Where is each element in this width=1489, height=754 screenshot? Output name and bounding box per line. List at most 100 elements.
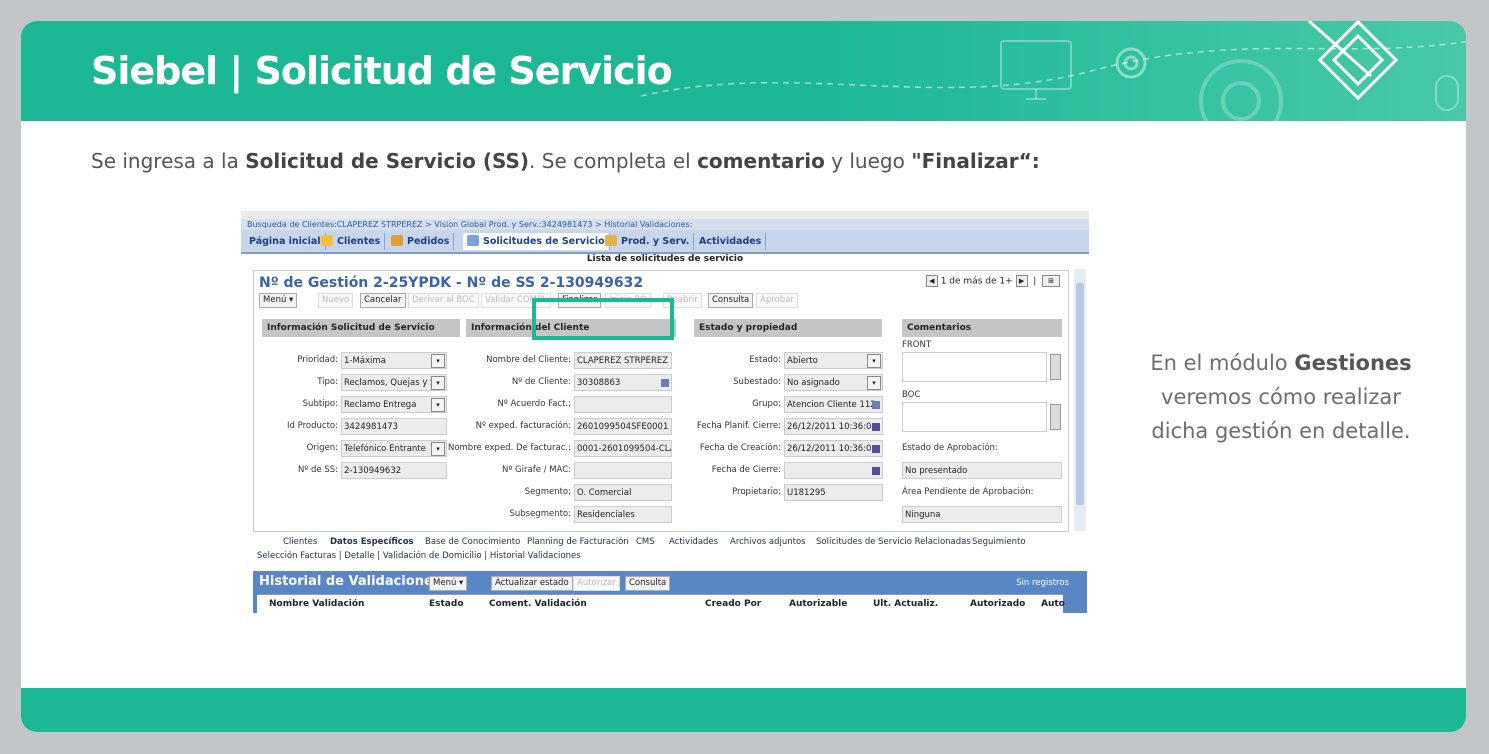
column-header[interactable]: Ult. Actualiz. [873,599,938,609]
label-text: Estado: [749,355,781,365]
diamond-edit-icon [1308,21,1399,101]
column-header[interactable]: Coment. Validación [489,599,587,609]
nombre-exped-field[interactable]: 0001-2601099504-CLAI [574,440,672,457]
actualizar-estado-button[interactable]: Actualizar estado [491,576,573,591]
tab-clientes[interactable]: Clientes [317,233,386,250]
field-label: Nº de SS: [297,465,338,475]
chevron-down-icon[interactable]: ▾ [431,442,445,456]
vertical-scrollbar[interactable] [1074,269,1086,531]
chevron-down-icon[interactable]: ▾ [867,354,881,368]
column-header[interactable]: Auto [1041,599,1065,609]
subtab-planning[interactable]: Planning de Facturación [527,537,629,547]
subtab-solicitudes-relacionadas[interactable]: Solicitudes de Servicio Relacionadas [816,537,971,547]
field-label: Nº exped. facturación: [475,421,571,431]
prev-icon[interactable]: ◀ [925,275,938,287]
menu-button[interactable]: Menú ▾ [259,293,298,308]
nro-cliente-field[interactable]: 30308863 [574,374,672,391]
subtab-datos-especificos[interactable]: Datos Específicos [330,537,414,547]
subtab-seguimiento[interactable]: Seguimiento [972,537,1026,547]
fecha-cierre-field[interactable] [784,462,883,479]
girafe-mac-field[interactable] [574,462,672,479]
calendar-icon[interactable] [872,423,880,431]
aprobar-button[interactable]: Aprobar [756,293,798,308]
exped-facturacion-field[interactable]: 2601099504SFE0001 [574,418,672,435]
calendar-icon[interactable] [872,467,880,475]
secondary-subtabs[interactable]: Selección Facturas | Detalle | Validació… [257,551,581,561]
section-comentarios: Comentarios [902,319,1062,337]
person-icon [467,235,479,246]
subestado-field[interactable]: No asignado ▾ [784,374,883,391]
fecha-planif-field[interactable]: 26/12/2011 10:36:0 [784,418,883,435]
column-header[interactable]: Estado [429,599,464,609]
historial-consulta-button[interactable]: Consulta [625,576,671,591]
area-pendiente-field[interactable]: Ninguna [902,506,1062,523]
nombre-cliente-field[interactable]: CLAPEREZ STRPEREZ [574,352,672,369]
gear-icon [1115,47,1147,79]
prioridad-field[interactable]: 1-Máxima ▾ [341,352,447,369]
propietario-field[interactable]: U181295 [784,484,883,501]
slide-footer [21,688,1466,732]
historial-panel: Historial de Validaciones Menú ▾ Actuali… [253,571,1087,613]
nro-ss-field[interactable]: 2-130949632 [341,462,447,479]
subtab-clientes[interactable]: Clientes [283,537,317,547]
fecha-creacion-field[interactable]: 26/12/2011 10:36:0 [784,440,883,457]
scroll-thumb[interactable] [1076,283,1084,505]
cancelar-button[interactable]: Cancelar [360,293,406,308]
subtab-actividades[interactable]: Actividades [669,537,718,547]
breadcrumb[interactable]: Busqueda de Clientes:CLAPEREZ STRPEREZ >… [241,219,1089,230]
autorizar-button[interactable]: Autorizar [573,576,620,591]
subsegmento-field[interactable]: Residenciales [574,506,672,523]
tab-label: Página inicial [249,236,321,247]
mouse-icon [1435,75,1459,111]
section-estado: Estado y propiedad [694,319,882,337]
segmento-field[interactable]: O. Comercial [574,484,672,501]
field-value: 26/12/2011 10:36:0 [787,422,872,432]
historial-menu-button[interactable]: Menú ▾ [429,576,468,591]
chevron-down-icon[interactable]: ▾ [431,354,445,368]
column-header[interactable]: Autorizado [970,599,1025,609]
nuevo-button[interactable]: Nuevo [318,293,354,308]
field-value: 30308863 [577,378,621,388]
pick-icon[interactable] [872,401,880,409]
side-note: En el módulo Gestiones veremos cómo real… [1111,346,1451,448]
subtab-cms[interactable]: CMS [636,537,655,547]
chevron-down-icon[interactable]: ▾ [431,398,445,412]
front-comment-textarea[interactable] [902,352,1047,382]
field-label: Nº Girafe / MAC: [501,465,571,475]
chevron-down-icon[interactable]: ▾ [867,376,881,390]
id-producto-field[interactable]: 3424981473 [341,418,447,435]
pager-text: 1 de más de 1+ [940,276,1013,287]
tipo-field[interactable]: Reclamos, Quejas y S ▾ [341,374,447,391]
origen-field[interactable]: Telefónico Entrante ▾ [341,440,447,457]
chevron-down-icon[interactable]: ▾ [431,376,445,390]
consulta-button[interactable]: Consulta [708,293,754,308]
subtab-base-conocimiento[interactable]: Base de Conocimiento [425,537,520,547]
decorative-icons [641,21,1466,121]
subtipo-field[interactable]: Reclamo Entrega ▾ [341,396,447,413]
area-pendiente-label: Área Pendiente de Aprobación: [902,487,1034,497]
acuerdo-fact-field[interactable] [574,396,672,413]
tab-actividades[interactable]: Actividades [695,233,767,250]
calendar-icon[interactable] [872,445,880,453]
expand-text-icon[interactable] [1050,404,1061,430]
column-header[interactable]: Autorizable [789,599,847,609]
tab-pagina-inicial[interactable]: Página inicial [245,233,326,250]
tab-pedidos[interactable]: Pedidos [387,233,455,250]
subtabs: Clientes Datos Específicos Base de Conoc… [253,536,1087,550]
boc-comment-textarea[interactable] [902,402,1047,432]
field-label: Segmento: [524,487,571,497]
expand-text-icon[interactable] [1050,354,1061,380]
derivar-boc-button[interactable]: Derivar al BOC [408,293,479,308]
estado-field[interactable]: Abierto ▾ [784,352,883,369]
column-header[interactable]: Nombre Validación [269,599,364,609]
column-header[interactable]: Creado Por [705,599,761,609]
grupo-field[interactable]: Atencion Cliente 112 [784,396,883,413]
field-label: Grupo: [752,399,781,409]
tab-prod-serv[interactable]: Prod. y Serv. [601,233,695,250]
expand-icon[interactable]: ⊞ [1042,275,1060,287]
aprobacion-field[interactable]: No presentado [902,462,1062,479]
subtab-archivos[interactable]: Archivos adjuntos [730,537,806,547]
tab-solicitudes[interactable]: Solicitudes de Servicio [463,233,610,250]
pick-icon[interactable] [661,379,669,387]
next-icon[interactable]: ▶ [1015,275,1028,287]
